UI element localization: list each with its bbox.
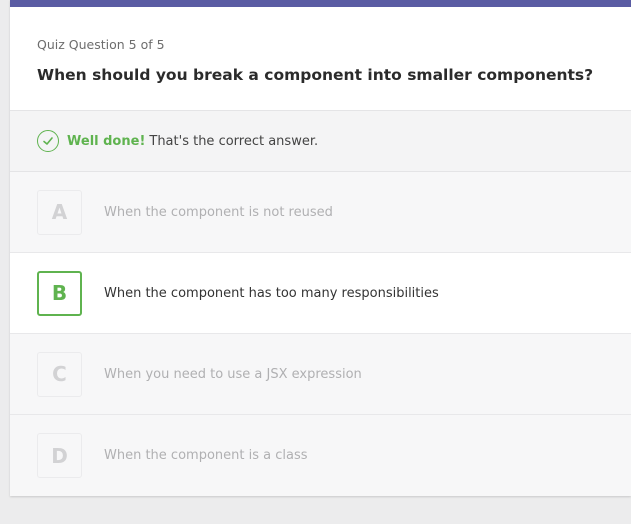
feedback-headline: Well done!	[67, 133, 146, 149]
answer-option-c[interactable]: C When you need to use a JSX expression	[10, 334, 631, 415]
quiz-card: Quiz Question 5 of 5 When should you bre…	[10, 0, 631, 496]
answer-option-d[interactable]: D When the component is a class	[10, 415, 631, 496]
answer-text-b: When the component has too many responsi…	[104, 285, 439, 301]
question-title: When should you break a component into s…	[37, 66, 594, 84]
answer-text-c: When you need to use a JSX expression	[104, 366, 362, 382]
question-header: Quiz Question 5 of 5 When should you bre…	[10, 7, 631, 110]
question-counter: Quiz Question 5 of 5	[37, 37, 165, 52]
feedback-message: That's the correct answer.	[149, 133, 319, 149]
answer-text-a: When the component is not reused	[104, 204, 333, 220]
answer-letter-d: D	[37, 433, 82, 478]
answer-option-a[interactable]: A When the component is not reused	[10, 172, 631, 253]
check-circle-icon	[37, 130, 59, 152]
feedback-banner: Well done! That's the correct answer.	[10, 110, 631, 172]
answer-option-b[interactable]: B When the component has too many respon…	[10, 253, 631, 334]
answer-letter-c: C	[37, 351, 82, 397]
answer-text-d: When the component is a class	[104, 448, 308, 463]
answer-list: A When the component is not reused B Whe…	[10, 172, 631, 496]
feedback-text: Well done! That's the correct answer.	[67, 134, 318, 149]
answer-letter-a: A	[37, 189, 82, 235]
top-accent-bar	[10, 0, 631, 7]
answer-letter-b: B	[37, 270, 82, 316]
